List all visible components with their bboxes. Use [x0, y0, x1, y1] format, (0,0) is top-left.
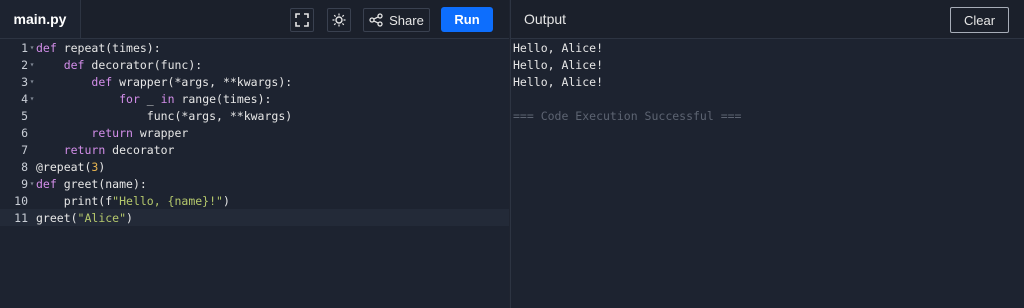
code-text: print(f"Hello, {name}!") [36, 193, 230, 208]
code-text: for _ in range(times): [119, 91, 272, 106]
code-text: greet("Alice") [36, 210, 133, 225]
code-text: def greet(name): [36, 176, 147, 191]
fold-chevron-icon[interactable]: ▾ [28, 179, 36, 188]
run-button[interactable]: Run [441, 7, 493, 32]
code-line-8[interactable]: 8 @repeat(3) [0, 158, 509, 175]
line-number: 6 [21, 125, 28, 140]
code-line-3[interactable]: 3 ▾ def wrapper(*args, **kwargs): [0, 73, 509, 90]
code-editor[interactable]: 1 ▾ def repeat(times): 2 ▾ def decorator… [0, 39, 509, 308]
code-line-11[interactable]: 11 greet("Alice") [0, 209, 509, 226]
code-text: return wrapper [91, 125, 189, 140]
clear-button[interactable]: Clear [950, 7, 1009, 33]
line-number: 1 [21, 40, 28, 55]
code-text: @repeat(3) [36, 159, 106, 174]
line-number: 7 [21, 142, 28, 157]
fullscreen-button[interactable] [290, 8, 314, 32]
code-text: def decorator(func): [63, 57, 203, 72]
code-text: func(*args, **kwargs) [36, 108, 293, 123]
code-line-5[interactable]: 5 func(*args, **kwargs) [0, 107, 509, 124]
theme-toggle-button[interactable] [327, 8, 351, 32]
code-text: def wrapper(*args, **kwargs): [91, 74, 293, 89]
line-number: 9 [21, 176, 28, 191]
line-number: 3 [21, 74, 28, 89]
output-panel: Output Clear Hello, Alice! Hello, Alice!… [510, 0, 1024, 308]
fullscreen-icon [295, 13, 309, 27]
line-number: 11 [14, 210, 28, 225]
theme-toggle-icon [332, 13, 346, 27]
code-line-2[interactable]: 2 ▾ def decorator(func): [0, 56, 509, 73]
fold-chevron-icon[interactable]: ▾ [28, 77, 36, 86]
output-line: Hello, Alice! [513, 57, 604, 72]
share-button[interactable]: Share [363, 8, 430, 32]
code-editor-app: main.py Share Run 1 ▾ def repeat(times):… [0, 0, 1024, 308]
execution-status: === Code Execution Successful === [513, 108, 742, 123]
code-line-1[interactable]: 1 ▾ def repeat(times): [0, 39, 509, 56]
code-line-7[interactable]: 7 return decorator [0, 141, 509, 158]
output-line: Hello, Alice! [513, 74, 604, 89]
line-number: 8 [21, 159, 28, 174]
line-number: 10 [14, 193, 28, 208]
fold-chevron-icon[interactable]: ▾ [28, 60, 36, 69]
code-line-4[interactable]: 4 ▾ for _ in range(times): [0, 90, 509, 107]
tab-main-py[interactable]: main.py [0, 0, 81, 38]
output-toolbar: Output Clear [511, 0, 1024, 39]
line-number: 4 [21, 91, 28, 106]
fold-chevron-icon[interactable]: ▾ [28, 94, 36, 103]
output-title: Output [524, 11, 567, 27]
code-text: def repeat(times): [36, 40, 161, 55]
share-label: Share [389, 12, 424, 28]
output-line: Hello, Alice! [513, 40, 604, 55]
line-number: 2 [21, 57, 28, 72]
editor-toolbar: main.py Share Run [0, 0, 509, 39]
fold-chevron-icon[interactable]: ▾ [28, 43, 36, 52]
line-number: 5 [21, 108, 28, 123]
code-line-6[interactable]: 6 return wrapper [0, 124, 509, 141]
share-icon [369, 13, 383, 27]
code-text: return decorator [63, 142, 175, 157]
code-line-10[interactable]: 10 print(f"Hello, {name}!") [0, 192, 509, 209]
code-line-9[interactable]: 9 ▾ def greet(name): [0, 175, 509, 192]
editor-panel: main.py Share Run 1 ▾ def repeat(times):… [0, 0, 509, 308]
